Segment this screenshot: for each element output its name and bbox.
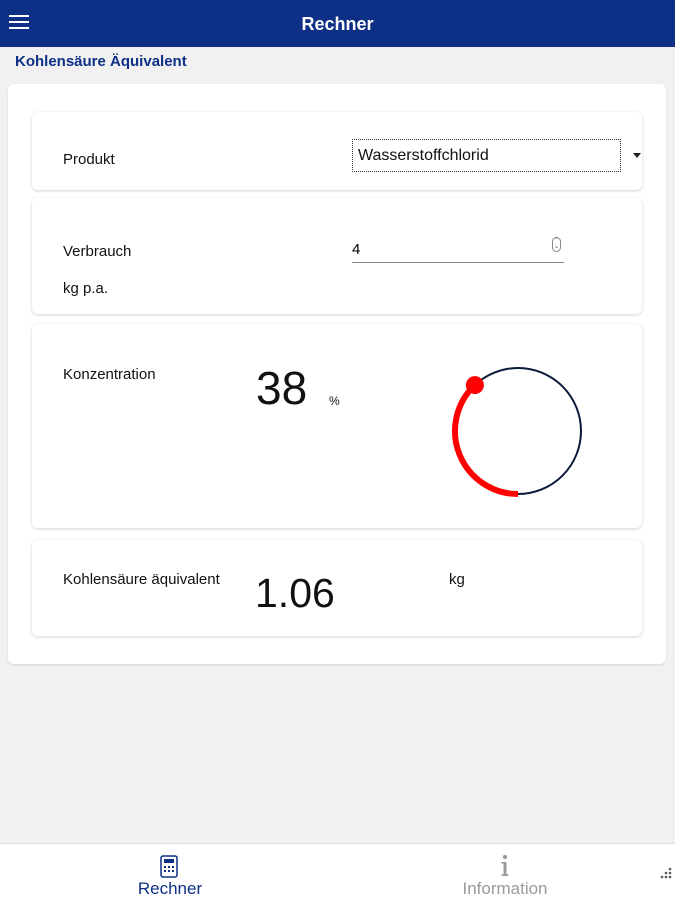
tab-rechner-label: Rechner [137,879,203,898]
product-label: Produkt [63,151,115,168]
result-card [32,540,642,636]
consumption-unit: kg p.a. [63,280,109,297]
bottom-tab-bar: Rechner Information [0,843,675,901]
concentration-label: Konzentration [63,366,156,383]
gauge-progress-arc [452,382,519,497]
info-icon [501,854,509,876]
gauge-handle[interactable] [465,376,484,395]
concentration-value: 38 [256,362,308,414]
chevron-down-icon[interactable] [633,153,641,158]
result-label: Kohlensäure äquivalent [63,571,220,588]
calculator-icon [160,855,178,878]
concentration-gauge[interactable] [448,355,588,507]
page-title: Kohlensäure Äquivalent [15,53,187,70]
resize-grip-icon[interactable] [657,866,673,882]
tab-rechner[interactable]: Rechner [110,844,230,901]
number-spinner-icon[interactable]: ⌃ ⌄ [552,237,561,252]
result-unit: kg [449,571,465,588]
product-select[interactable]: Wasserstoffchlorid [352,139,621,172]
app-header: Rechner [0,0,675,47]
concentration-unit: % [329,394,340,408]
app-title: Rechner [301,14,374,34]
result-value: 1.06 [255,570,335,616]
tab-information[interactable]: Information [440,844,570,901]
consumption-label: Verbrauch [63,243,132,260]
tab-information-label: Information [462,879,548,898]
consumption-input[interactable] [352,236,564,263]
